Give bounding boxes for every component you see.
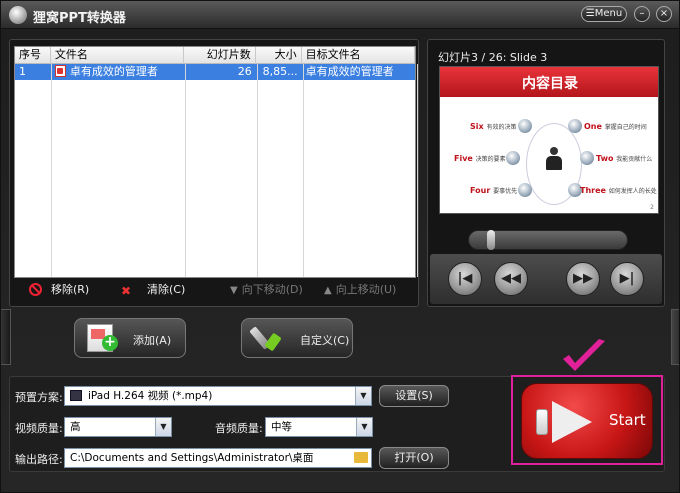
menu-button[interactable]: ☰Menu bbox=[581, 6, 627, 22]
tools-icon bbox=[249, 324, 282, 352]
slide-diagram-node bbox=[518, 119, 532, 133]
person-icon bbox=[545, 147, 563, 171]
col-size-header[interactable]: 大小 bbox=[256, 47, 302, 64]
row-slides: 26 bbox=[237, 65, 252, 78]
row-size: 8,85... bbox=[262, 65, 298, 78]
video-format-icon bbox=[70, 390, 82, 401]
col-slides-header[interactable]: 幻灯片数 bbox=[184, 47, 256, 64]
previous-slide-button[interactable]: ◀◀ bbox=[494, 262, 528, 296]
preview-panel: 幻灯片3 / 26: Slide 3 内容目录 Six 有效的决策 One 掌握… bbox=[427, 39, 665, 307]
slide-item: Four 要事优先 bbox=[470, 186, 518, 195]
playback-controls: |◀ ◀◀ ▶▶ ▶| bbox=[430, 254, 662, 304]
app-logo-icon bbox=[9, 6, 27, 24]
file-table[interactable]: 序号 文件名 幻灯片数 大小 目标文件名 1 卓有成效的管理者 26 8,85.… bbox=[14, 46, 418, 278]
open-folder-button[interactable]: 打开(O) bbox=[379, 447, 449, 469]
up-arrow-icon: ▲ bbox=[324, 285, 332, 296]
col-divider bbox=[417, 64, 418, 277]
slide-diagram-node bbox=[518, 183, 532, 197]
slide-item: Two 我能贡献什么 bbox=[596, 154, 653, 163]
video-quality-select[interactable]: 高 ▼ bbox=[64, 417, 172, 437]
col-divider bbox=[185, 64, 186, 277]
start-arrow-icon bbox=[536, 401, 594, 443]
start-button[interactable]: Start bbox=[521, 383, 653, 459]
chevron-down-icon[interactable]: ▼ bbox=[155, 418, 171, 436]
ppt-file-icon bbox=[54, 65, 66, 77]
slide-diagram-node bbox=[580, 151, 594, 165]
left-side-handle bbox=[1, 309, 11, 365]
minimize-button[interactable]: – bbox=[634, 6, 650, 22]
slide-preview: 内容目录 Six 有效的决策 One 掌握自己的时间 Five 决策的要素 Tw… bbox=[439, 66, 659, 214]
video-quality-label: 视频质量: bbox=[15, 422, 63, 435]
slide-counter: 幻灯片3 / 26: Slide 3 bbox=[438, 51, 548, 64]
audio-quality-select[interactable]: 中等 ▼ bbox=[265, 417, 373, 437]
slider-knob[interactable] bbox=[487, 230, 495, 250]
down-arrow-icon: ▼ bbox=[230, 285, 238, 296]
slide-item: Three 如何发挥人的长处 bbox=[580, 186, 657, 195]
add-button[interactable]: 添加(A) bbox=[74, 318, 186, 358]
output-path-field[interactable]: C:\Documents and Settings\Administrator\… bbox=[64, 448, 372, 468]
file-list-panel: 序号 文件名 幻灯片数 大小 目标文件名 1 卓有成效的管理者 26 8,85.… bbox=[9, 39, 419, 307]
app-window: 狸窝PPT转换器 ☰Menu – × 序号 文件名 幻灯片数 大小 目标文件名 … bbox=[0, 0, 680, 493]
move-down-button[interactable]: ▼ 向下移动(D) bbox=[230, 281, 303, 299]
audio-quality-label: 音频质量: bbox=[215, 422, 263, 435]
first-slide-button[interactable]: |◀ bbox=[448, 262, 482, 296]
right-side-handle bbox=[671, 309, 679, 365]
slide-page-marker: 2 bbox=[650, 204, 654, 211]
preset-label: 预置方案: bbox=[15, 391, 63, 404]
close-button[interactable]: × bbox=[656, 6, 672, 22]
table-row[interactable]: 1 卓有成效的管理者 26 8,85... 卓有成效的管理者 bbox=[15, 64, 415, 80]
slide-item: Six 有效的决策 bbox=[470, 122, 517, 131]
slide-position-slider[interactable] bbox=[468, 230, 628, 250]
clear-icon: ✖ bbox=[121, 284, 132, 298]
preset-select[interactable]: iPad H.264 视频 (*.mp4) ▼ bbox=[64, 386, 372, 406]
col-divider bbox=[303, 64, 304, 277]
clear-button[interactable]: ✖ 清除(C) bbox=[121, 281, 185, 299]
slide-item: One 掌握自己的时间 bbox=[584, 122, 647, 131]
slide-diagram-node bbox=[506, 151, 520, 165]
checkmark-icon bbox=[563, 339, 605, 371]
table-header: 序号 文件名 幻灯片数 大小 目标文件名 bbox=[15, 47, 415, 64]
slide-diagram-node bbox=[568, 119, 582, 133]
col-index-header[interactable]: 序号 bbox=[15, 47, 51, 64]
row-index: 1 bbox=[19, 65, 26, 78]
remove-button[interactable]: 移除(R) bbox=[29, 281, 89, 299]
next-slide-button[interactable]: ▶▶ bbox=[566, 262, 600, 296]
add-file-icon bbox=[87, 324, 118, 352]
col-divider bbox=[257, 64, 258, 277]
chevron-down-icon[interactable]: ▼ bbox=[356, 418, 372, 436]
row-target: 卓有成效的管理者 bbox=[305, 65, 394, 78]
title-bar: 狸窝PPT转换器 ☰Menu – × bbox=[1, 1, 679, 29]
folder-icon[interactable] bbox=[354, 452, 368, 463]
chevron-down-icon[interactable]: ▼ bbox=[355, 387, 371, 405]
col-target-header[interactable]: 目标文件名 bbox=[302, 47, 415, 64]
customize-button[interactable]: 自定义(C) bbox=[241, 318, 353, 358]
app-title: 狸窝PPT转换器 bbox=[33, 11, 126, 26]
start-label: Start bbox=[609, 411, 646, 429]
col-filename-header[interactable]: 文件名 bbox=[51, 47, 185, 64]
last-slide-button[interactable]: ▶| bbox=[610, 262, 644, 296]
slide-title: 内容目录 bbox=[522, 76, 578, 92]
move-up-button[interactable]: ▲ 向上移动(U) bbox=[324, 281, 396, 299]
row-filename: 卓有成效的管理者 bbox=[51, 64, 184, 80]
col-divider bbox=[51, 64, 52, 277]
slide-item: Five 决策的要素 bbox=[454, 154, 506, 163]
list-actions: 移除(R) ✖ 清除(C) ▼ 向下移动(D) ▲ 向上移动(U) bbox=[17, 281, 417, 299]
output-path-label: 输出路径: bbox=[15, 453, 63, 466]
preset-settings-button[interactable]: 设置(S) bbox=[379, 385, 449, 407]
remove-icon bbox=[29, 283, 42, 296]
